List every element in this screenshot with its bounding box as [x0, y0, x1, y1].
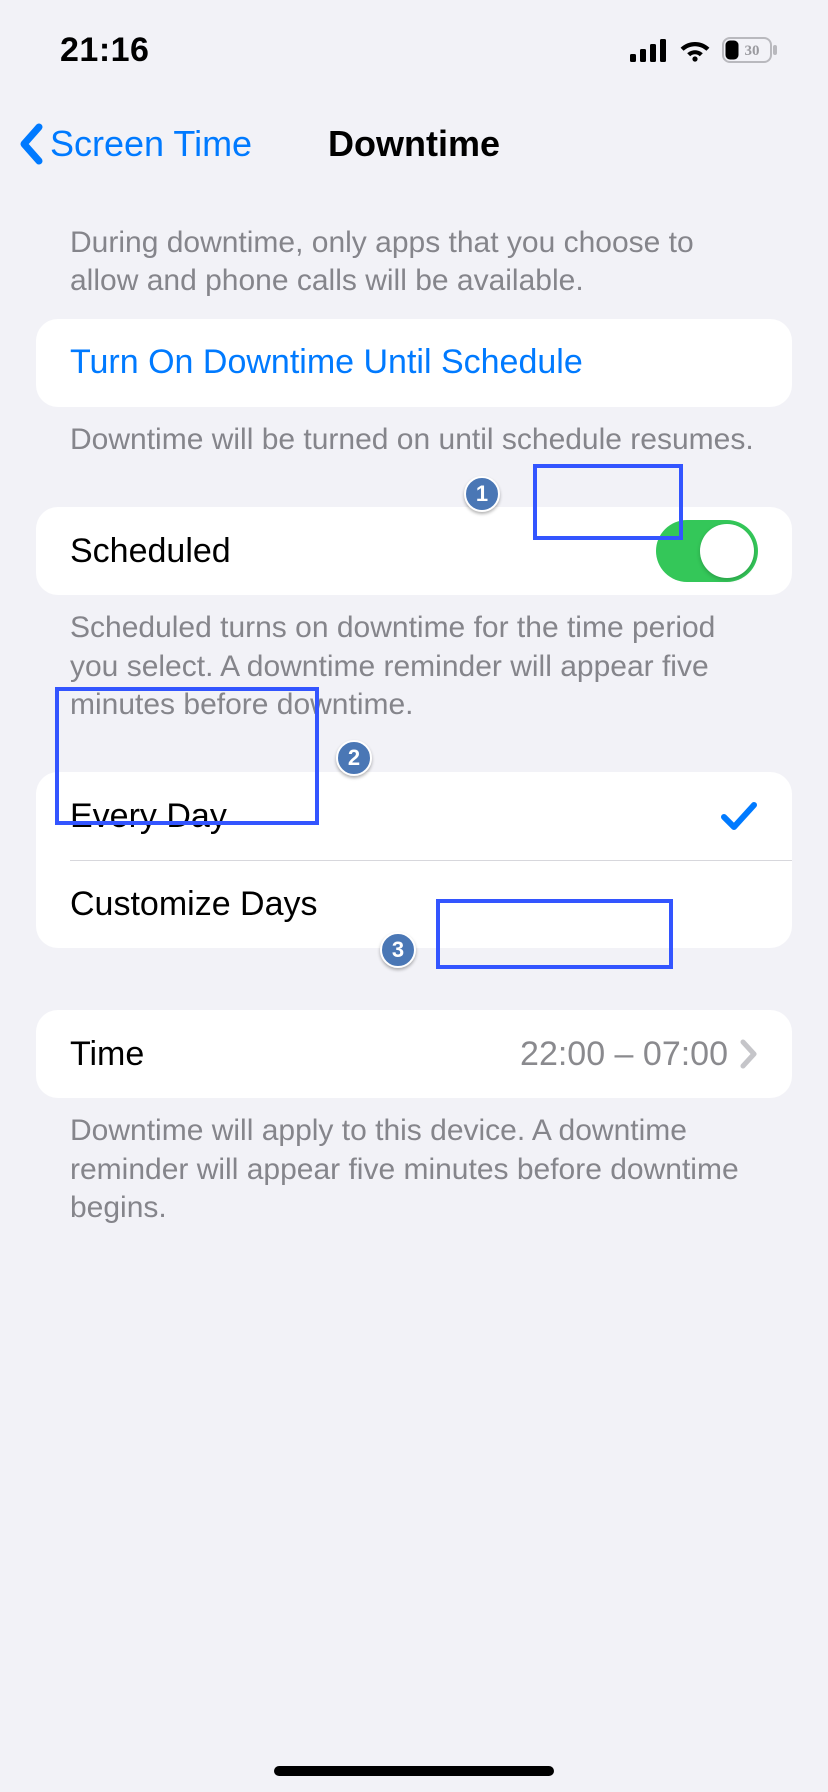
status-indicators: 30 — [630, 37, 778, 63]
svg-text:30: 30 — [745, 43, 760, 59]
status-bar: 21:16 30 — [0, 0, 828, 100]
scheduled-group: Scheduled — [36, 507, 792, 595]
time-group: Time 22:00 – 07:00 — [36, 1010, 792, 1098]
time-label: Time — [70, 1035, 144, 1074]
scheduled-footer: Scheduled turns on downtime for the time… — [36, 609, 792, 724]
turn-on-downtime-button[interactable]: Turn On Downtime Until Schedule — [36, 319, 792, 407]
schedule-mode-group: Every Day Customize Days — [36, 772, 792, 948]
cellular-icon — [630, 38, 668, 62]
every-day-row[interactable]: Every Day — [36, 772, 792, 860]
customize-days-label: Customize Days — [70, 885, 318, 924]
checkmark-icon — [720, 799, 758, 833]
every-day-label: Every Day — [70, 797, 227, 836]
scheduled-label: Scheduled — [70, 532, 231, 571]
scheduled-row: Scheduled — [36, 507, 792, 595]
wifi-icon — [678, 38, 712, 62]
scheduled-toggle[interactable] — [656, 520, 758, 582]
time-row[interactable]: Time 22:00 – 07:00 — [36, 1010, 792, 1098]
time-footer: Downtime will apply to this device. A do… — [36, 1112, 792, 1227]
battery-icon: 30 — [722, 37, 778, 63]
chevron-left-icon — [18, 123, 44, 165]
home-indicator — [274, 1766, 554, 1776]
toggle-knob — [700, 524, 754, 578]
nav-bar: Screen Time Downtime — [0, 100, 828, 188]
back-label: Screen Time — [50, 123, 252, 165]
turn-on-footer: Downtime will be turned on until schedul… — [36, 421, 792, 459]
status-time: 21:16 — [60, 31, 149, 70]
turn-on-group: Turn On Downtime Until Schedule — [36, 319, 792, 407]
customize-days-row[interactable]: Customize Days — [36, 860, 792, 948]
turn-on-label: Turn On Downtime Until Schedule — [70, 343, 583, 382]
intro-text: During downtime, only apps that you choo… — [36, 224, 792, 301]
chevron-right-icon — [740, 1039, 758, 1069]
time-value: 22:00 – 07:00 — [520, 1035, 728, 1074]
back-button[interactable]: Screen Time — [18, 100, 252, 188]
